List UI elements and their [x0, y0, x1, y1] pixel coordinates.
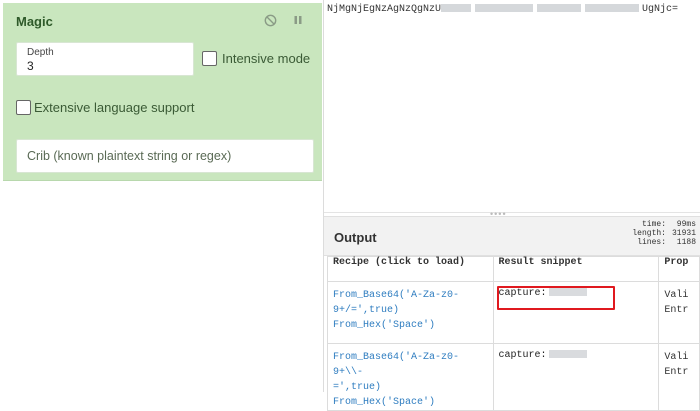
- disable-icon[interactable]: [262, 12, 278, 28]
- pause-icon[interactable]: [290, 12, 306, 28]
- table-row: From_Base64('A-Za-z0-9+\\- =',true) From…: [327, 343, 700, 411]
- snippet-text: capture:: [498, 350, 547, 361]
- properties-cell: Vali Entr: [658, 281, 700, 344]
- recipe-line: From_Hex('Space'): [333, 320, 436, 331]
- output-header: Output time: 99ms length: 31931 lines: 1188: [324, 216, 700, 256]
- magic-results-table: Recipe (click to load) Result snippet Pr…: [327, 256, 700, 411]
- recipe-line: From_Base64('A-Za-z0-9+\\-: [333, 352, 460, 378]
- recipe-link[interactable]: From_Base64('A-Za-z0-9+\\- =',true) From…: [327, 343, 494, 411]
- depth-field[interactable]: Depth 3: [16, 42, 194, 76]
- pane-splitter[interactable]: [324, 212, 700, 213]
- recipe-line: 9+/=',true): [333, 305, 400, 316]
- output-title: Output: [334, 230, 377, 245]
- input-text-end: UgNjc=: [642, 4, 679, 15]
- property-line: Entr: [664, 367, 689, 378]
- operation-title: Magic: [16, 14, 53, 29]
- column-header-snippet: Result snippet: [492, 256, 660, 282]
- recipe-link[interactable]: From_Base64('A-Za-z0- 9+/=',true) From_H…: [327, 281, 494, 344]
- intensive-mode-label[interactable]: Intensive mode: [222, 51, 310, 66]
- table-header-row: Recipe (click to load) Result snippet Pr…: [327, 256, 700, 282]
- column-header-recipe: Recipe (click to load): [327, 256, 494, 282]
- output-stats: time: 99ms length: 31931 lines: 1188: [632, 220, 696, 247]
- stat-time-key: time:: [641, 220, 666, 229]
- property-line: Vali: [664, 290, 689, 301]
- input-text[interactable]: NjMgNjEgNzAgNzQgNzU UgNjc=: [327, 4, 678, 15]
- recipe-pane: Magic Depth 3 Intensive mode Extensive l…: [0, 0, 324, 392]
- redacted-block: [441, 4, 472, 13]
- property-line: Vali: [664, 352, 689, 363]
- extensive-language-label[interactable]: Extensive language support: [34, 100, 194, 115]
- input-pane[interactable]: NjMgNjEgNzAgNzQgNzU UgNjc=: [324, 0, 700, 213]
- magic-operation-card: Magic Depth 3 Intensive mode Extensive l…: [3, 3, 322, 181]
- intensive-mode-checkbox[interactable]: [202, 51, 217, 66]
- recipe-line: From_Base64('A-Za-z0-: [333, 290, 460, 301]
- result-snippet: capture:: [492, 281, 660, 344]
- property-line: Entr: [664, 305, 689, 316]
- redacted-block: [585, 4, 640, 13]
- depth-value[interactable]: 3: [27, 59, 34, 73]
- stat-length-key: length:: [632, 229, 666, 238]
- stat-length-value: 31931: [671, 229, 696, 238]
- column-header-properties: Prop: [658, 256, 700, 282]
- stat-time-value: 99ms: [676, 220, 696, 229]
- properties-cell: Vali Entr: [658, 343, 700, 411]
- stat-lines-value: 1188: [676, 238, 696, 247]
- redacted-block: [475, 4, 534, 13]
- table-row: From_Base64('A-Za-z0- 9+/=',true) From_H…: [327, 281, 700, 344]
- recipe-line: From_Hex('Space'): [333, 397, 436, 408]
- depth-label: Depth: [27, 47, 54, 58]
- result-snippet: capture:: [492, 343, 660, 411]
- crib-input[interactable]: Crib (known plaintext string or regex): [16, 139, 314, 173]
- redacted-block: [548, 350, 587, 359]
- recipe-line: =',true): [333, 382, 382, 393]
- input-text-start: NjMgNjEgNzAgNzQgNzU: [327, 4, 442, 15]
- crib-placeholder: Crib (known plaintext string or regex): [27, 149, 232, 163]
- redacted-block: [537, 4, 582, 13]
- redacted-block: [548, 288, 587, 297]
- extensive-language-checkbox[interactable]: [16, 100, 31, 115]
- stat-lines-key: lines:: [637, 238, 666, 247]
